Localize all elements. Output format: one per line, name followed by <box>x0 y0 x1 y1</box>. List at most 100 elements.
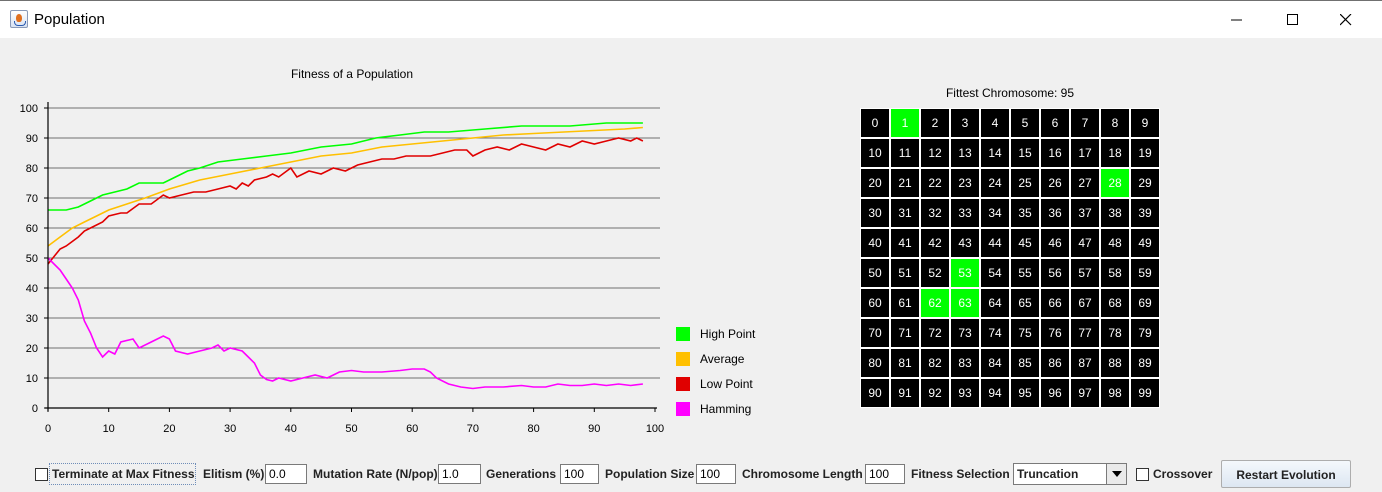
chromosome-cell: 54 <box>980 258 1010 288</box>
population-size-field[interactable] <box>696 464 736 484</box>
chromosome-cell: 22 <box>920 168 950 198</box>
chromosome-cell: 25 <box>1010 168 1040 198</box>
close-icon <box>1340 14 1352 26</box>
restart-evolution-button[interactable]: Restart Evolution <box>1221 460 1351 488</box>
y-tick-label: 10 <box>26 373 38 385</box>
chromosome-cell: 15 <box>1010 138 1040 168</box>
hamming-series-line <box>47 257 643 390</box>
legend-swatch <box>676 352 690 366</box>
chromosome-cell: 98 <box>1100 378 1130 408</box>
fitness-selection-label: Fitness Selection <box>911 467 1010 481</box>
chromosome-cell: 85 <box>1010 348 1040 378</box>
chromosome-cell: 70 <box>860 318 890 348</box>
y-tick-label: 60 <box>26 223 38 235</box>
legend-item-average: Average <box>676 351 786 367</box>
legend-label: Average <box>700 352 745 366</box>
chromosome-length-label: Chromosome Length <box>742 467 863 481</box>
chromosome-cell: 55 <box>1010 258 1040 288</box>
legend-label: Hamming <box>700 402 752 416</box>
legend-item-high-point: High Point <box>676 326 786 342</box>
close-button[interactable] <box>1323 1 1369 38</box>
x-tick-label: 50 <box>345 423 357 435</box>
chromosome-cell: 62 <box>920 288 950 318</box>
chromosome-cell: 7 <box>1070 108 1100 138</box>
chevron-down-icon[interactable] <box>1106 464 1126 484</box>
fitness-selection-dropdown[interactable]: Truncation <box>1013 463 1127 485</box>
y-tick-label: 30 <box>26 313 38 325</box>
chromosome-cell: 1 <box>890 108 920 138</box>
chromosome-cell: 61 <box>890 288 920 318</box>
chromosome-cell: 71 <box>890 318 920 348</box>
legend-label: Low Point <box>700 377 753 391</box>
chromosome-cell: 36 <box>1040 198 1070 228</box>
main-content: Fitness of a Population 0 10 20 30 40 50 60 70 8… <box>0 38 1382 492</box>
chromosome-cell: 28 <box>1100 168 1130 198</box>
chromosome-cell: 12 <box>920 138 950 168</box>
y-tick-label: 90 <box>26 133 38 145</box>
chromosome-cell: 0 <box>860 108 890 138</box>
x-tick-label: 70 <box>467 423 479 435</box>
chromosome-cell: 11 <box>890 138 920 168</box>
chromosome-cell: 53 <box>950 258 980 288</box>
elitism-field[interactable] <box>265 464 307 484</box>
chromosome-cell: 93 <box>950 378 980 408</box>
chromosome-cell: 92 <box>920 378 950 408</box>
minimize-button[interactable] <box>1214 1 1260 38</box>
chromosome-cell: 77 <box>1070 318 1100 348</box>
chromosome-length-field[interactable] <box>865 464 905 484</box>
x-tick-label: 10 <box>103 423 115 435</box>
chromosome-cell: 97 <box>1070 378 1100 408</box>
chromosome-cell: 91 <box>890 378 920 408</box>
chromosome-cell: 50 <box>860 258 890 288</box>
x-tick-label: 100 <box>646 423 664 435</box>
maximize-button[interactable] <box>1270 1 1316 38</box>
chromosome-cell: 34 <box>980 198 1010 228</box>
legend-item-hamming: Hamming <box>676 401 786 417</box>
chromosome-cell: 66 <box>1040 288 1070 318</box>
chromosome-cell: 65 <box>1010 288 1040 318</box>
fittest-chromosome-title: Fittest Chromosome: 95 <box>945 86 1075 100</box>
chromosome-cell: 49 <box>1130 228 1160 258</box>
legend-swatch <box>676 327 690 341</box>
legend-item-low-point: Low Point <box>676 376 786 392</box>
crossover-checkbox[interactable] <box>1136 468 1149 481</box>
chromosome-cell: 67 <box>1070 288 1100 318</box>
chromosome-cell: 90 <box>860 378 890 408</box>
chromosome-cell: 96 <box>1040 378 1070 408</box>
generations-field[interactable] <box>560 464 599 484</box>
y-tick-label: 70 <box>26 193 38 205</box>
chromosome-cell: 86 <box>1040 348 1070 378</box>
fitness-selection-value: Truncation <box>1017 467 1079 481</box>
terminate-label[interactable]: Terminate at Max Fitness <box>52 467 195 481</box>
chromosome-cell: 13 <box>950 138 980 168</box>
y-tick-label: 0 <box>32 403 38 415</box>
chromosome-cell: 63 <box>950 288 980 318</box>
restart-evolution-label: Restart Evolution <box>1236 468 1336 482</box>
chromosome-cell: 10 <box>860 138 890 168</box>
crossover-label[interactable]: Crossover <box>1153 467 1212 481</box>
chromosome-cell: 76 <box>1040 318 1070 348</box>
high-point-series-line <box>48 122 643 211</box>
mutation-rate-field[interactable] <box>438 464 481 484</box>
chromosome-cell: 81 <box>890 348 920 378</box>
x-tick-label: 20 <box>163 423 175 435</box>
fitness-chart: Fitness of a Population 0 10 20 30 40 50 60 70 8… <box>20 67 665 435</box>
chromosome-cell: 19 <box>1130 138 1160 168</box>
chromosome-cell: 33 <box>950 198 980 228</box>
chromosome-cell: 8 <box>1100 108 1130 138</box>
chromosome-cell: 30 <box>860 198 890 228</box>
chart-title: Fitness of a Population <box>291 67 413 81</box>
chromosome-cell: 38 <box>1100 198 1130 228</box>
terminate-checkbox[interactable] <box>35 468 48 481</box>
chromosome-cell: 74 <box>980 318 1010 348</box>
chromosome-cell: 32 <box>920 198 950 228</box>
chromosome-cell: 68 <box>1100 288 1130 318</box>
chromosome-cell: 95 <box>1010 378 1040 408</box>
chromosome-cell: 23 <box>950 168 980 198</box>
y-tick-label: 20 <box>26 343 38 355</box>
chromosome-cell: 35 <box>1010 198 1040 228</box>
elitism-label: Elitism (%) <box>203 467 265 481</box>
chromosome-cell: 39 <box>1130 198 1160 228</box>
x-tick-label: 60 <box>406 423 418 435</box>
chromosome-cell: 47 <box>1070 228 1100 258</box>
